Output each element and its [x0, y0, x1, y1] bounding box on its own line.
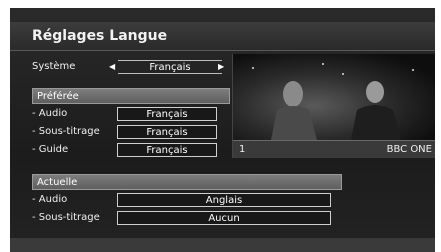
- channel-number: 1: [239, 144, 246, 155]
- preferred-subtitle-label: - Sous-titrage: [32, 126, 100, 137]
- preferred-audio-field[interactable]: Français: [117, 107, 217, 121]
- system-language-select[interactable]: Français: [118, 60, 222, 74]
- preferred-audio-label: - Audio: [32, 108, 68, 119]
- preview-channel-bar: 1 BBC ONE: [233, 140, 435, 158]
- channel-name: BBC ONE: [386, 144, 432, 155]
- current-audio-field: Anglais: [117, 193, 331, 207]
- preview-scene: [252, 63, 414, 140]
- preferred-guide-label: - Guide: [32, 144, 69, 155]
- preferred-guide-field[interactable]: Français: [117, 143, 217, 157]
- language-settings-screen: Réglages Langue Système ◀ Français ▶ Pré…: [10, 8, 435, 252]
- current-section-header: Actuelle: [32, 174, 342, 190]
- bottom-bar: [10, 238, 435, 252]
- current-audio-label: - Audio: [32, 194, 68, 205]
- current-subtitle-label: - Sous-titrage: [32, 212, 100, 223]
- preferred-subtitle-field[interactable]: Français: [117, 125, 217, 139]
- system-language-label: Système: [32, 61, 76, 72]
- tv-preview-window: 1 BBC ONE: [232, 54, 435, 158]
- page-title: Réglages Langue: [32, 28, 168, 44]
- title-bar: Réglages Langue: [10, 22, 435, 51]
- preferred-section-header: Préférée: [32, 88, 230, 104]
- left-arrow-icon[interactable]: ◀: [109, 61, 115, 73]
- tv-preview-image: [233, 54, 435, 140]
- current-subtitle-field: Aucun: [117, 211, 331, 225]
- right-arrow-icon[interactable]: ▶: [218, 61, 224, 73]
